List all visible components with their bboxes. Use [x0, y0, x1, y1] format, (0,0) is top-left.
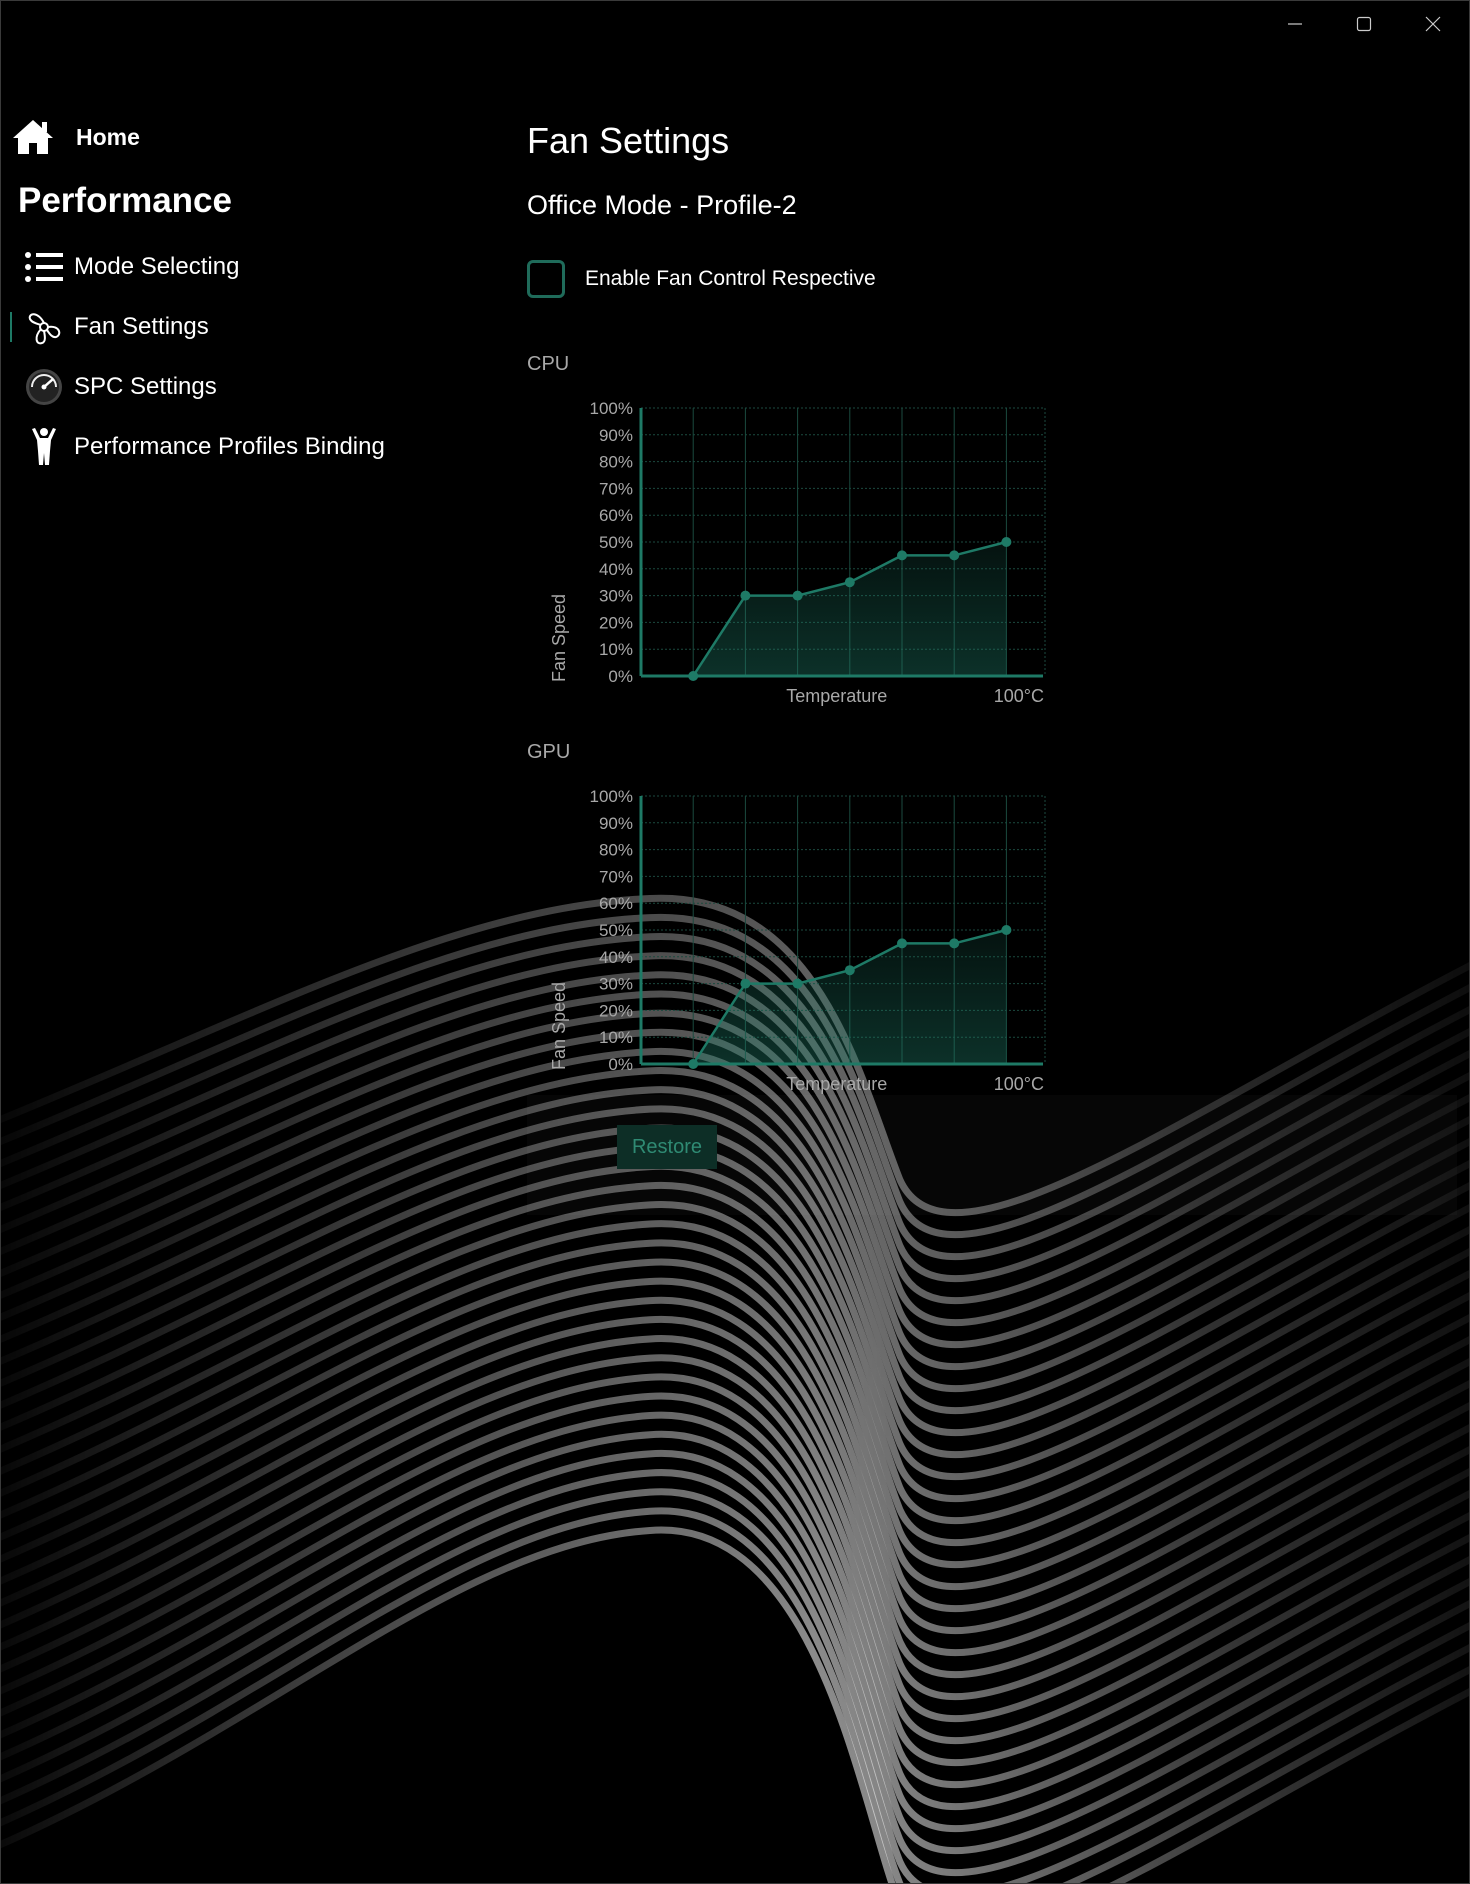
maximize-icon	[1356, 16, 1372, 32]
fan-curve-point[interactable]	[897, 550, 907, 561]
fan-curve-point[interactable]	[897, 938, 907, 949]
y-tick-label: 0%	[608, 667, 633, 686]
fan-curve-point[interactable]	[688, 671, 699, 681]
gpu-section-label: GPU	[527, 741, 571, 763]
sidebar-item-performance-profiles-binding[interactable]: Performance Profiles Binding	[10, 422, 430, 472]
y-tick-label: 70%	[599, 867, 633, 886]
fan-icon	[22, 305, 66, 349]
enable-fan-control-checkbox[interactable]	[527, 260, 565, 298]
minimize-button[interactable]	[1265, 6, 1325, 42]
page-title: Fan Settings	[527, 120, 730, 161]
y-tick-label: 90%	[599, 814, 633, 833]
maximize-button[interactable]	[1334, 6, 1394, 42]
sidebar-item-label: Mode Selecting	[74, 253, 240, 280]
gpu-fan-curve-chart[interactable]: 0% 10% 20% 30% 40% 50% 60% 70% 80% 90% 100% Tempera…	[527, 778, 1067, 1118]
gauge-icon	[22, 365, 66, 409]
fan-curve-point[interactable]	[1001, 925, 1012, 935]
fan-curve-point[interactable]	[844, 577, 855, 588]
person-icon	[22, 425, 66, 469]
fan-curve-point[interactable]	[688, 1059, 699, 1069]
home-icon	[13, 120, 53, 154]
sidebar-item-mode-selecting[interactable]: Mode Selecting	[10, 242, 430, 292]
sidebar-item-label: Performance Profiles Binding	[74, 433, 385, 460]
y-tick-label: 80%	[599, 841, 633, 860]
y-tick-label: 10%	[599, 640, 633, 659]
fan-curve-point[interactable]	[949, 938, 960, 949]
fan-curve-point[interactable]	[740, 590, 751, 601]
close-icon	[1425, 16, 1441, 32]
fan-curve-point[interactable]	[792, 590, 803, 601]
y-axis-label: Fan Speed	[549, 982, 569, 1070]
fan-curve-point[interactable]	[792, 978, 803, 989]
section-title: Performance	[18, 181, 232, 220]
y-tick-label: 100%	[590, 787, 633, 806]
checkbox-label: Enable Fan Control Respective	[585, 267, 876, 290]
sidebar-item-fan-settings[interactable]: Fan Settings	[10, 302, 430, 352]
fan-curve-point[interactable]	[1001, 537, 1012, 547]
y-tick-label: 20%	[599, 1001, 633, 1020]
fan-curve-point[interactable]	[844, 965, 855, 976]
close-button[interactable]	[1403, 6, 1463, 42]
minimize-icon	[1288, 23, 1302, 25]
list-icon	[22, 245, 66, 289]
restore-button[interactable]: Restore	[617, 1125, 717, 1169]
x-axis-label: Temperature	[786, 1074, 887, 1094]
y-tick-label: 80%	[599, 453, 633, 472]
fan-curve-point[interactable]	[740, 978, 751, 989]
y-tick-label: 0%	[608, 1055, 633, 1074]
sidebar: Home Performance Mode Selecting Fan Sett…	[0, 0, 480, 600]
y-tick-label: 20%	[599, 613, 633, 632]
home-label: Home	[76, 123, 140, 150]
cpu-section-label: CPU	[527, 353, 570, 375]
y-tick-label: 50%	[599, 921, 633, 940]
fan-curve-point[interactable]	[949, 550, 960, 561]
y-tick-label: 70%	[599, 479, 633, 498]
cpu-fan-curve-chart[interactable]: 0% 10% 20% 30% 40% 50% 60% 70% 80% 90% 100% Tempera…	[527, 390, 1067, 730]
y-tick-label: 40%	[599, 560, 633, 579]
sidebar-item-spc-settings[interactable]: SPC Settings	[10, 362, 430, 412]
x-axis-end-label: 100°C	[994, 1074, 1044, 1094]
y-tick-label: 60%	[599, 894, 633, 913]
home-button[interactable]: Home	[12, 116, 140, 158]
y-tick-label: 30%	[599, 975, 633, 994]
y-tick-label: 40%	[599, 948, 633, 967]
sidebar-item-label: SPC Settings	[74, 373, 217, 400]
y-tick-label: 60%	[599, 506, 633, 525]
y-tick-label: 30%	[599, 587, 633, 606]
y-tick-label: 10%	[599, 1028, 633, 1047]
enable-fan-control-toggle[interactable]: Enable Fan Control Respective	[527, 260, 876, 298]
profile-subtitle: Office Mode - Profile-2	[527, 190, 797, 220]
sidebar-item-label: Fan Settings	[74, 313, 209, 340]
active-indicator	[10, 312, 12, 342]
x-axis-end-label: 100°C	[994, 686, 1044, 706]
x-axis-label: Temperature	[786, 686, 887, 706]
y-axis-label: Fan Speed	[549, 594, 569, 682]
y-tick-label: 90%	[599, 426, 633, 445]
y-tick-label: 100%	[590, 399, 633, 418]
y-tick-label: 50%	[599, 533, 633, 552]
